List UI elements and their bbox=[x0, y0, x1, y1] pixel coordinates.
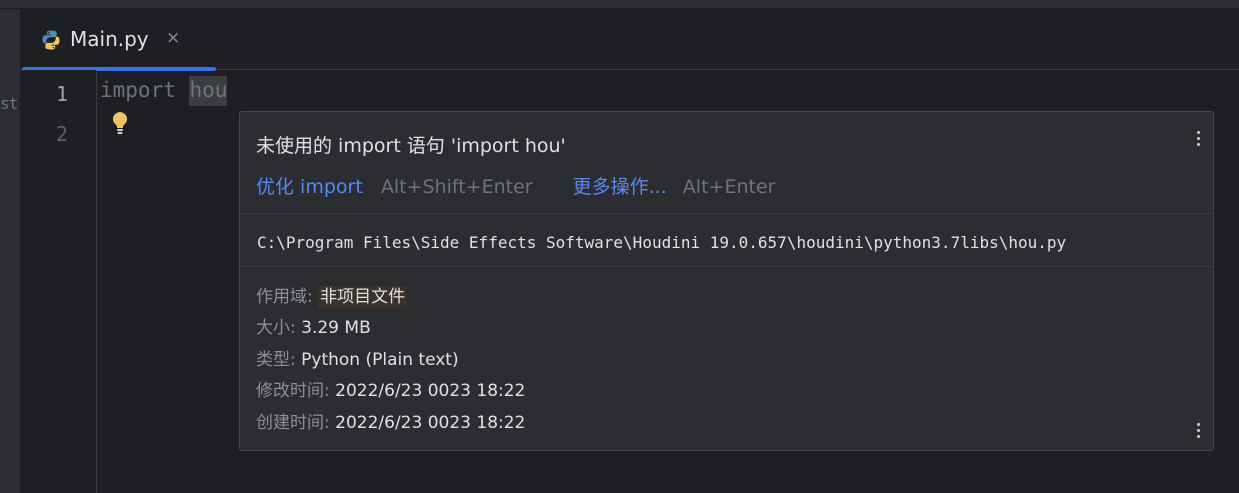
info-value: 2022/6/23 0023 18:22 bbox=[335, 381, 526, 401]
quick-actions: 优化 import Alt+Shift+Enter 更多操作... Alt+En… bbox=[256, 172, 775, 199]
project-panel-text: st bbox=[0, 94, 18, 113]
line-number-gutter: 1 2 bbox=[20, 70, 97, 493]
module-file-path[interactable]: C:\Program Files\Side Effects Software\H… bbox=[257, 233, 1066, 252]
info-value: 3.29 MB bbox=[301, 318, 371, 338]
more-options-icon[interactable] bbox=[1197, 423, 1201, 438]
info-key: 修改时间: bbox=[256, 381, 330, 401]
optimize-imports-shortcut: Alt+Shift+Enter bbox=[380, 176, 533, 198]
unused-import-module[interactable]: hou bbox=[188, 76, 228, 106]
more-actions-shortcut: Alt+Enter bbox=[682, 176, 776, 198]
info-value: 非项目文件 bbox=[318, 286, 408, 308]
info-type: 类型: Python (Plain text) bbox=[256, 345, 459, 370]
code-keyword: import bbox=[100, 78, 176, 102]
info-value: Python (Plain text) bbox=[301, 350, 459, 370]
close-icon[interactable]: × bbox=[166, 28, 180, 48]
more-actions-link[interactable]: 更多操作... bbox=[573, 176, 667, 198]
inspection-popup: 未使用的 import 语句 'import hou' 优化 import Al… bbox=[239, 111, 1214, 451]
window-top-bar bbox=[0, 0, 1239, 9]
code-line-1[interactable]: import hou bbox=[100, 76, 228, 106]
editor-tab-bar: Main.py × bbox=[20, 9, 1239, 71]
info-created: 创建时间: 2022/6/23 0023 18:22 bbox=[256, 408, 525, 433]
more-options-icon[interactable] bbox=[1197, 131, 1201, 146]
info-key: 创建时间: bbox=[256, 413, 330, 433]
divider bbox=[240, 213, 1213, 214]
info-key: 作用域: bbox=[256, 287, 313, 307]
info-key: 大小: bbox=[256, 318, 296, 338]
info-value: 2022/6/23 0023 18:22 bbox=[335, 413, 526, 433]
info-modified: 修改时间: 2022/6/23 0023 18:22 bbox=[256, 376, 525, 401]
info-scope: 作用域: 非项目文件 bbox=[256, 282, 408, 308]
optimize-imports-link[interactable]: 优化 import bbox=[256, 176, 363, 198]
project-panel-edge[interactable]: st bbox=[0, 9, 20, 493]
tab-title: Main.py bbox=[70, 27, 149, 51]
line-number: 1 bbox=[55, 82, 68, 106]
popup-title: 未使用的 import 语句 'import hou' bbox=[256, 135, 566, 157]
lightbulb-icon[interactable] bbox=[109, 110, 131, 136]
info-size: 大小: 3.29 MB bbox=[256, 313, 371, 338]
info-key: 类型: bbox=[256, 350, 296, 370]
python-icon bbox=[42, 30, 60, 50]
divider bbox=[240, 266, 1213, 267]
tab-main-py[interactable]: Main.py × bbox=[22, 9, 216, 71]
line-number: 2 bbox=[55, 122, 68, 146]
